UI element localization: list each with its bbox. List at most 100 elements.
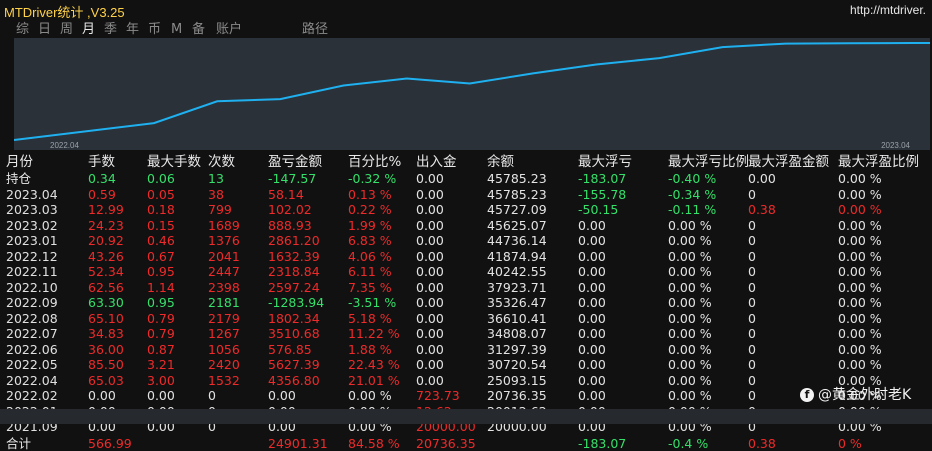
cell-max-float-loss-pct: 0.00 % (668, 373, 712, 389)
cell-percent: 6.11 % (348, 264, 392, 280)
cell-max-float-loss: 0.00 (578, 357, 606, 373)
cell-max-float-profit-pct: 0.00 % (838, 357, 882, 373)
cell-percent: 11.22 % (348, 326, 400, 342)
cell-max-float-profit-pct: 0.00 % (838, 171, 882, 187)
table-row: 2022.0636.000.871056576.851.88 %0.003129… (0, 342, 932, 358)
cell-count: 0 (208, 388, 216, 404)
cell-month: 2022.11 (6, 264, 58, 280)
cell-count: 13 (208, 171, 224, 187)
cell-pnl: 2318.84 (268, 264, 320, 280)
cell-month: 2022.12 (6, 249, 58, 265)
cell-deposit: 723.73 (416, 388, 460, 404)
cell-pnl: 1632.39 (268, 249, 320, 265)
table-total-row: 合计566.9924901.3184.58 %20736.35-183.07-0… (0, 436, 932, 451)
cell-max-float-loss: 0.00 (578, 280, 606, 296)
table-row: 2022.1243.260.6720411632.394.06 %0.00418… (0, 249, 932, 265)
cell-max-float-loss-pct: -0.34 % (668, 187, 716, 203)
cell-percent: -0.32 % (348, 171, 396, 187)
cell-month: 2023.02 (6, 218, 58, 234)
cell-max-float-profit-pct: 0.00 % (838, 264, 882, 280)
cell-pnl: 888.93 (268, 218, 312, 234)
cell-lots: 12.99 (88, 202, 124, 218)
cell-max-float-profit: 0 (748, 373, 756, 389)
cell-balance: 41874.94 (487, 249, 547, 265)
cell-deposit: 0.00 (416, 202, 444, 218)
cell-max-float-loss-pct: 0.00 % (668, 326, 712, 342)
cell-max-float-profit: 0 (748, 264, 756, 280)
tab-notes[interactable]: 备 (192, 22, 205, 38)
cell-pnl: 102.02 (268, 202, 312, 218)
header-max-float-loss: 最大浮亏 (578, 154, 632, 170)
cell-count: 2447 (208, 264, 240, 280)
cell-max-float-loss-pct: 0.00 % (668, 342, 712, 358)
header-deposit: 出入金 (416, 154, 457, 170)
cell-max-float-loss-pct: 0.00 % (668, 233, 712, 249)
cell-max-float-loss: 0.00 (578, 373, 606, 389)
cell-max-float-loss: 0.00 (578, 311, 606, 327)
app-url-link[interactable]: http://mtdriver. (850, 3, 926, 17)
header-max-float-profit: 最大浮盈金额 (748, 154, 829, 170)
tab-m[interactable]: M (171, 22, 182, 38)
cell-balance: 34808.07 (487, 326, 547, 342)
cell-month: 2022.06 (6, 342, 58, 358)
cell-pnl: 576.85 (268, 342, 312, 358)
tab-overview[interactable]: 综 (16, 22, 29, 38)
cell-max-float-profit-pct: 0.00 % (838, 326, 882, 342)
cell-percent: 0.00 % (348, 388, 392, 404)
tab-year[interactable]: 年 (126, 22, 139, 38)
table-row: 2022.0585.503.2124205627.3922.43 %0.0030… (0, 357, 932, 373)
cell-pnl: 5627.39 (268, 357, 320, 373)
cell-percent: 1.99 % (348, 218, 392, 234)
cell-max-float-profit-pct: 0 % (838, 436, 862, 451)
cell-max-lots: 0.67 (147, 249, 175, 265)
tab-account[interactable]: 账户 (216, 22, 242, 38)
tab-month[interactable]: 月 (82, 22, 95, 38)
header-max-lots: 最大手数 (147, 154, 201, 170)
cell-deposit: 0.00 (416, 233, 444, 249)
cell-max-lots: 0.15 (147, 218, 175, 234)
cell-percent: 5.18 % (348, 311, 392, 327)
table-row: 2022.1062.561.1423982597.247.35 %0.00379… (0, 280, 932, 296)
cell-max-lots: 3.21 (147, 357, 175, 373)
cell-lots: 52.34 (88, 264, 124, 280)
cell-max-float-loss-pct: -0.4 % (668, 436, 708, 451)
cell-deposit: 20736.35 (416, 436, 476, 451)
tab-currency[interactable]: 币 (148, 22, 161, 38)
cell-max-float-profit: 0 (748, 311, 756, 327)
table-row: 2023.040.590.053858.140.13 %0.0045785.23… (0, 187, 932, 203)
cell-max-float-loss-pct: -0.40 % (668, 171, 716, 187)
tab-path[interactable]: 路径 (302, 22, 328, 38)
cell-max-float-loss-pct: 0.00 % (668, 311, 712, 327)
cell-lots: 36.00 (88, 342, 124, 358)
cell-max-float-profit-pct: 0.00 % (838, 249, 882, 265)
cell-max-float-profit-pct: 0.00 % (838, 202, 882, 218)
table-row: 持仓0.340.0613-147.57-0.32 %0.0045785.23-1… (0, 171, 932, 187)
tab-day[interactable]: 日 (38, 22, 51, 38)
cell-percent: 0.13 % (348, 187, 392, 203)
cell-max-float-profit: 0 (748, 342, 756, 358)
cell-max-lots: 0.00 (147, 388, 175, 404)
balance-chart: 2022.04 2023.04 (14, 38, 930, 150)
cell-balance: 36610.41 (487, 311, 547, 327)
tab-week[interactable]: 周 (60, 22, 73, 38)
table-row: 2022.020.000.0000.000.00 %723.7320736.35… (0, 388, 932, 404)
period-tab-bar: 综 日 周 月 季 年 币 M 备 账户 路径 (0, 20, 932, 38)
cell-deposit: 0.00 (416, 249, 444, 265)
cell-percent: -3.51 % (348, 295, 396, 311)
cell-deposit: 0.00 (416, 295, 444, 311)
cell-balance: 37923.71 (487, 280, 547, 296)
watermark-logo-icon: f (800, 388, 814, 402)
tab-quarter[interactable]: 季 (104, 22, 117, 38)
table-row: 2022.0963.300.952181-1283.94-3.51 %0.003… (0, 295, 932, 311)
header-max-float-profit-pct: 最大浮盈比例 (838, 154, 919, 170)
cell-count: 1376 (208, 233, 240, 249)
cell-deposit: 0.00 (416, 187, 444, 203)
cell-lots: 24.23 (88, 218, 124, 234)
cell-max-lots: 0.79 (147, 311, 175, 327)
cell-max-float-loss: 0.00 (578, 233, 606, 249)
cell-balance: 30720.54 (487, 357, 547, 373)
cell-count: 2420 (208, 357, 240, 373)
watermark: f@黄金外时老K (800, 384, 911, 404)
cell-pnl: 1802.34 (268, 311, 320, 327)
cell-balance: 40242.55 (487, 264, 547, 280)
